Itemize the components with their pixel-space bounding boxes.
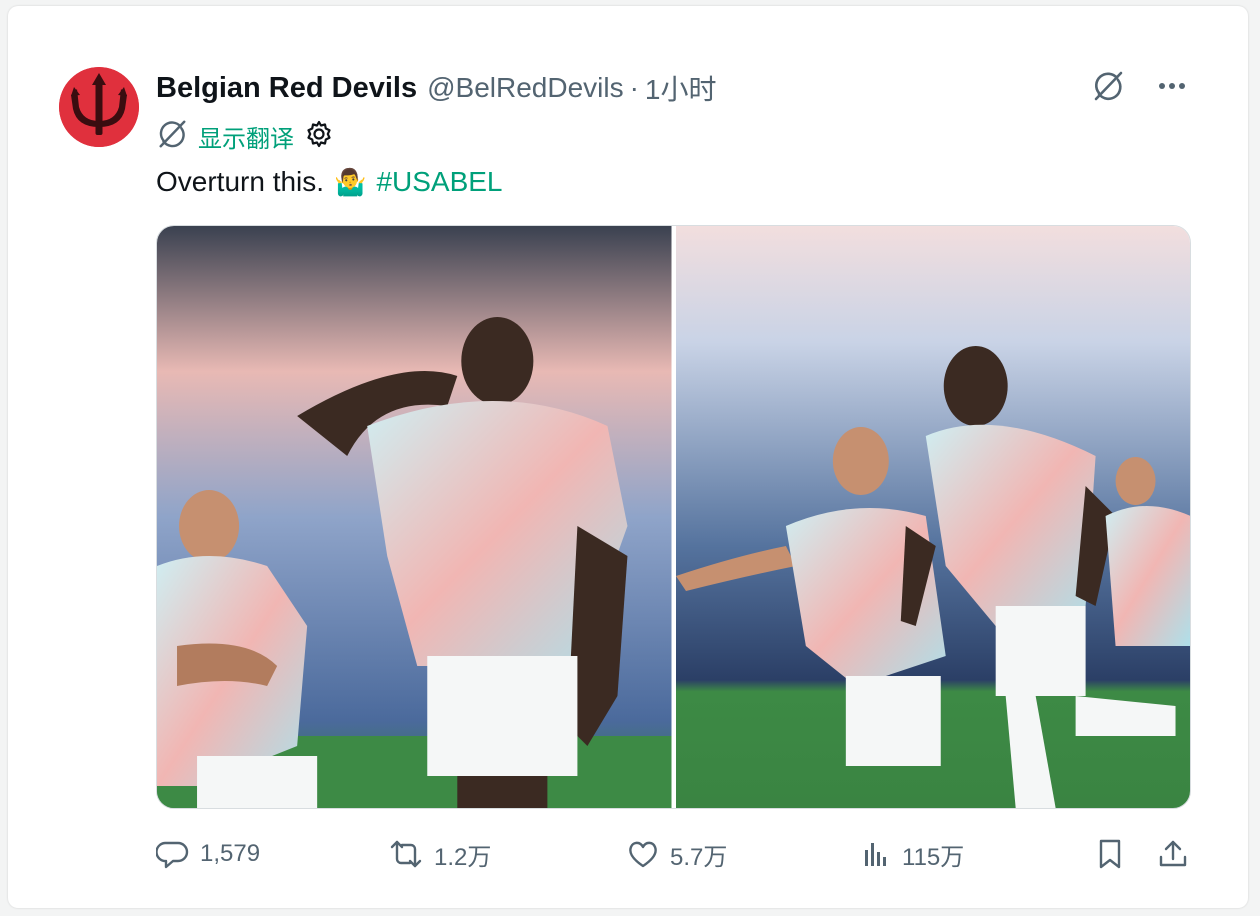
views-icon (865, 843, 886, 866)
like-count: 5.7万 (670, 843, 728, 871)
separator-dot: · (629, 72, 639, 103)
shrug-emoji: 🤷‍♂️ (334, 166, 367, 197)
grok-slash-icon[interactable] (1090, 68, 1126, 104)
post-header: Belgian Red Devils @BelRedDevils · 1小时 (156, 68, 717, 108)
reply-count: 1,579 (200, 840, 261, 867)
reply-icon (156, 841, 189, 869)
post-text: Overturn this. 🤷‍♂️ #USABEL (156, 160, 503, 204)
reply-button[interactable]: 1,579 (156, 832, 260, 876)
post-body: Overturn this. (156, 166, 325, 197)
repost-count: 1.2万 (434, 843, 492, 871)
author-handle[interactable]: @BelRedDevils (427, 72, 624, 104)
bookmark-icon (1099, 839, 1121, 869)
photo-1[interactable] (157, 226, 672, 808)
media-grid (156, 225, 1191, 809)
show-translation-link[interactable]: 显示翻译 (198, 119, 294, 154)
bookmark-button[interactable] (1094, 832, 1126, 876)
devil-trident-logo-icon (59, 67, 139, 147)
post-time[interactable]: 1小时 (645, 68, 717, 108)
share-icon (1159, 840, 1187, 867)
share-button[interactable] (1156, 832, 1190, 876)
repost-button[interactable]: 1.2万 (388, 832, 491, 876)
translate-icon (156, 118, 188, 155)
like-button[interactable]: 5.7万 (626, 832, 727, 876)
translate-row: 显示翻译 (156, 118, 334, 154)
photo-2[interactable] (675, 226, 1190, 808)
views-button[interactable]: 115万 (860, 832, 964, 876)
gear-icon[interactable] (304, 119, 334, 154)
views-count: 115万 (902, 843, 965, 871)
like-icon (629, 841, 657, 868)
action-bar: 1,579 1.2万 5.7万 115万 (156, 832, 1196, 876)
more-icon[interactable] (1154, 68, 1190, 104)
avatar[interactable] (59, 67, 139, 147)
post-top-icons (1090, 68, 1190, 104)
author-name[interactable]: Belgian Red Devils (156, 72, 417, 105)
hashtag-link[interactable]: #USABEL (376, 166, 502, 198)
repost-icon (390, 840, 422, 868)
